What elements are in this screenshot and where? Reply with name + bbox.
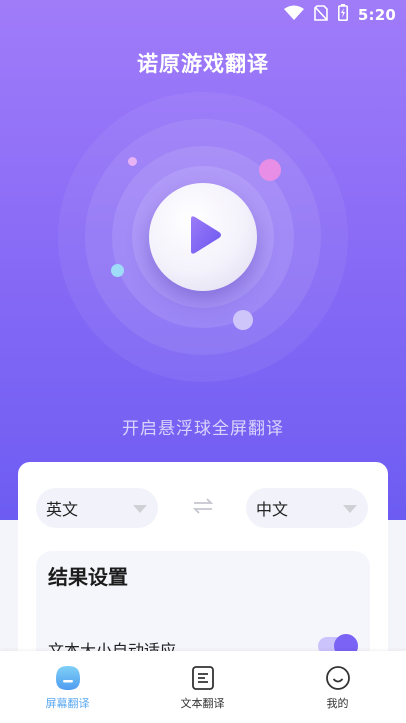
tab-label: 文本翻译: [180, 697, 225, 710]
target-language-select[interactable]: 中文: [246, 488, 368, 528]
decor-dot-pink: [259, 159, 281, 181]
decor-dot-lavender: [233, 310, 253, 330]
no-sim-icon: [314, 4, 328, 25]
document-icon: [190, 665, 216, 691]
chevron-down-icon: [132, 499, 148, 518]
decor-dot-small: [128, 157, 137, 166]
wifi-icon: [283, 5, 304, 25]
chevron-down-icon: [342, 499, 358, 518]
bottom-tab-bar: 屏幕翻译 文本翻译 我的: [0, 651, 406, 723]
tab-screen-translate[interactable]: 屏幕翻译: [0, 651, 135, 723]
hero-banner: 5:20 诺原游戏翻译 开启悬浮球全屏翻译: [0, 0, 406, 520]
tab-text-translate[interactable]: 文本翻译: [135, 651, 270, 723]
tab-label: 屏幕翻译: [45, 697, 90, 710]
tab-label: 我的: [326, 697, 349, 710]
battery-icon: [337, 4, 348, 25]
page-title: 诺原游戏翻译: [137, 52, 269, 76]
decor-dot-blue: [111, 264, 124, 277]
status-bar: 5:20: [0, 0, 406, 28]
target-language-label: 中文: [256, 500, 289, 519]
start-float-button[interactable]: [149, 183, 257, 291]
smiley-face-icon: [325, 665, 351, 691]
status-time: 5:20: [357, 5, 396, 24]
screen-translate-icon: [55, 665, 81, 691]
settings-title: 结果设置: [48, 565, 128, 589]
swap-arrows-icon[interactable]: [192, 498, 214, 518]
tab-profile[interactable]: 我的: [270, 651, 405, 723]
source-language-label: 英文: [46, 500, 79, 519]
float-hint-text: 开启悬浮球全屏翻译: [122, 419, 284, 439]
play-icon: [181, 213, 225, 261]
source-language-select[interactable]: 英文: [36, 488, 158, 528]
